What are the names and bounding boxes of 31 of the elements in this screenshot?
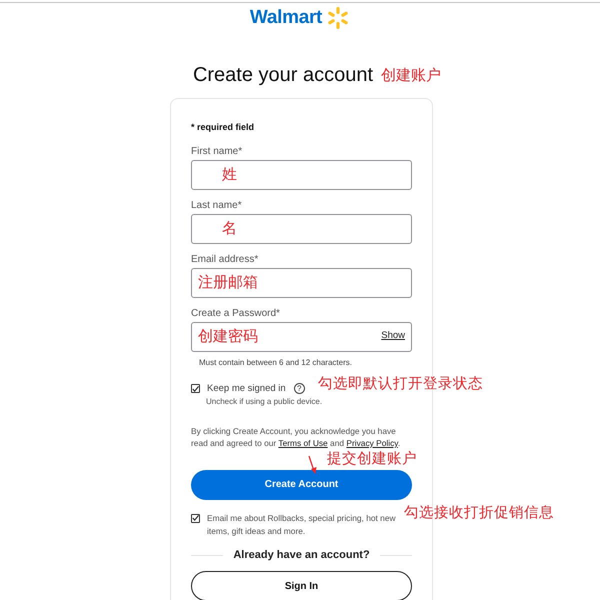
annotation-text: 勾选即默认打开登录状态 — [318, 374, 483, 394]
hint-text: Uncheck if using a public device. — [206, 396, 324, 408]
hint-text: Must contain between 6 and 12 characters. — [199, 356, 353, 368]
required-field-note: * required field — [191, 121, 256, 134]
input-field[interactable]: 名 — [191, 214, 412, 244]
annotation-text: 勾选接收打折促销信息 — [404, 504, 554, 523]
sign-in-button[interactable]: Sign In — [191, 571, 412, 600]
checkbox[interactable] — [191, 384, 200, 394]
walmart-logo-text[interactable]: Walmart — [250, 4, 322, 32]
help-icon[interactable]: ? — [294, 383, 305, 394]
page-title: Create your account — [192, 63, 374, 88]
annotation-text: 提交创建账户 — [327, 452, 417, 467]
terms-text: By clicking Create Account, you acknowledge you have read and agreed to our Terms of Use and Privacy Policy. — [191, 424, 402, 449]
spark-icon — [326, 6, 350, 30]
field-label: Create a Password* — [191, 306, 281, 320]
show-link[interactable]: Show — [381, 329, 405, 344]
checkbox-label: Email me about Rollbacks, special pricing, hot new items, gift ideas and more. — [207, 512, 397, 538]
input-field[interactable]: 创建密码 Show — [191, 322, 412, 352]
field-label: Last name* — [191, 198, 243, 212]
field-label: First name* — [191, 144, 244, 158]
checkbox-label: Keep me signed in — [207, 382, 286, 396]
annotation-arrow — [308, 454, 318, 475]
divider-text: Already have an account? — [233, 548, 370, 563]
field-label: Email address* — [191, 252, 260, 266]
create-account-button[interactable]: Create Account — [191, 470, 412, 500]
terms-link[interactable]: Terms of Use — [278, 438, 328, 448]
checkbox[interactable] — [191, 514, 200, 523]
input-field[interactable]: 姓 — [191, 160, 412, 190]
terms-link[interactable]: Privacy Policy — [346, 438, 398, 448]
annotation-text: 创建账户 — [381, 64, 442, 86]
input-field[interactable]: 注册邮箱 — [191, 268, 412, 298]
